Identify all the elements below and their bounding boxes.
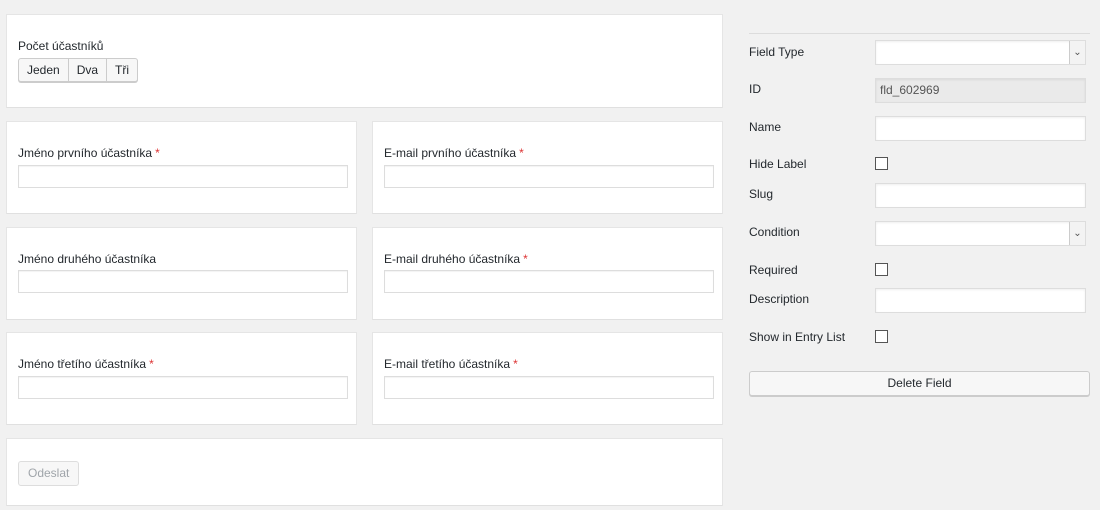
- required-marker: *: [523, 252, 528, 266]
- show-in-entry-list-label: Show in Entry List: [749, 330, 846, 344]
- id-field: fld_602969: [875, 78, 1086, 103]
- submit-button[interactable]: Odeslat: [18, 461, 80, 486]
- second-email-card: E-mail druhého účastníka *: [372, 227, 723, 320]
- second-name-input[interactable]: [18, 270, 348, 293]
- condition-select[interactable]: ⌄: [875, 221, 1086, 246]
- count-option-three[interactable]: Tři: [106, 58, 139, 82]
- chevron-down-icon: ⌄: [1069, 41, 1085, 64]
- hide-label-checkbox[interactable]: [875, 157, 888, 170]
- field-type-label: Field Type: [749, 45, 805, 59]
- first-email-label: E-mail prvního účastníka *: [384, 146, 524, 160]
- participant-count-card: Počet účastníků Jeden Dva Tři: [6, 14, 723, 108]
- count-option-one[interactable]: Jeden: [18, 58, 69, 82]
- first-name-card: Jméno prvního účastníka *: [6, 121, 357, 214]
- condition-label: Condition: [749, 225, 800, 239]
- count-option-two[interactable]: Dva: [67, 58, 108, 82]
- field-type-select[interactable]: ⌄: [875, 40, 1086, 65]
- third-name-input[interactable]: [18, 376, 348, 399]
- required-marker: *: [155, 146, 160, 160]
- delete-field-button[interactable]: Delete Field: [749, 371, 1090, 396]
- required-marker: *: [513, 357, 518, 371]
- id-label: ID: [749, 82, 761, 96]
- participant-count-toggle: Jeden Dva Tři: [18, 58, 139, 82]
- slug-label: Slug: [749, 187, 774, 201]
- description-input[interactable]: [875, 288, 1086, 313]
- third-email-card: E-mail třetího účastníka *: [372, 332, 723, 425]
- chevron-down-icon: ⌄: [1069, 222, 1085, 245]
- second-name-card: Jméno druhého účastníka: [6, 227, 357, 320]
- second-email-label: E-mail druhého účastníka *: [384, 252, 528, 266]
- third-name-label: Jméno třetího účastníka *: [18, 357, 154, 371]
- required-label: Required: [749, 263, 798, 277]
- submit-card: Odeslat: [6, 438, 723, 506]
- hide-label-label: Hide Label: [749, 157, 807, 171]
- description-label: Description: [749, 292, 810, 306]
- third-email-label: E-mail třetího účastníka *: [384, 357, 518, 371]
- required-marker: *: [149, 357, 154, 371]
- name-input[interactable]: [875, 116, 1086, 141]
- required-marker: *: [519, 146, 524, 160]
- first-email-card: E-mail prvního účastníka *: [372, 121, 723, 214]
- third-email-input[interactable]: [384, 376, 714, 399]
- name-label: Name: [749, 120, 782, 134]
- required-checkbox[interactable]: [875, 263, 888, 276]
- first-name-label: Jméno prvního účastníka *: [18, 146, 160, 160]
- second-email-input[interactable]: [384, 270, 714, 293]
- show-in-entry-list-checkbox[interactable]: [875, 330, 888, 343]
- first-name-input[interactable]: [18, 165, 348, 188]
- second-name-label: Jméno druhého účastníka: [18, 252, 157, 266]
- first-email-input[interactable]: [384, 165, 714, 188]
- slug-input[interactable]: [875, 183, 1086, 208]
- participant-count-label: Počet účastníků: [18, 39, 104, 53]
- third-name-card: Jméno třetího účastníka *: [6, 332, 357, 425]
- panel-divider: [749, 33, 1090, 34]
